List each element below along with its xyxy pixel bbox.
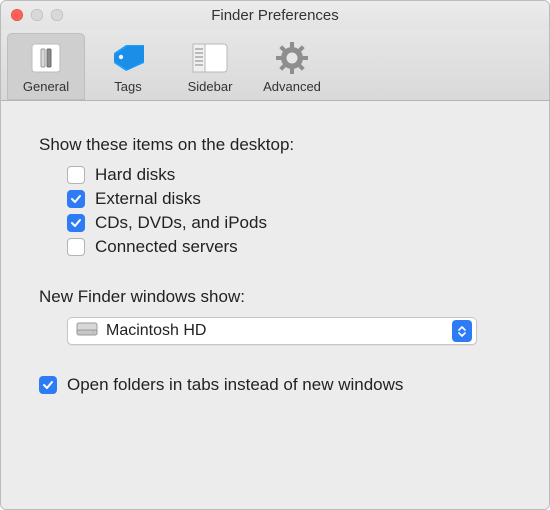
window-controls — [11, 9, 63, 21]
tab-label: General — [9, 79, 83, 94]
new-windows-select[interactable]: Macintosh HD — [67, 317, 477, 345]
content-pane: Show these items on the desktop: Hard di… — [1, 101, 549, 509]
new-windows-value: Macintosh HD — [106, 322, 444, 340]
checkbox-external-disks[interactable] — [67, 190, 85, 208]
general-icon — [9, 39, 83, 77]
minimize-icon[interactable] — [31, 9, 43, 21]
sidebar-icon — [173, 39, 247, 77]
label-hard-disks: Hard disks — [95, 165, 175, 185]
tab-sidebar[interactable]: Sidebar — [171, 33, 249, 100]
close-icon[interactable] — [11, 9, 23, 21]
zoom-icon[interactable] — [51, 9, 63, 21]
checkbox-open-in-tabs[interactable] — [39, 376, 57, 394]
new-windows-heading: New Finder windows show: — [39, 287, 511, 307]
tags-icon — [91, 39, 165, 77]
tab-label: Sidebar — [173, 79, 247, 94]
label-open-in-tabs: Open folders in tabs instead of new wind… — [67, 375, 403, 395]
checkbox-connected-servers[interactable] — [67, 238, 85, 256]
checkbox-cds-dvds-ipods[interactable] — [67, 214, 85, 232]
toolbar: General Tags — [1, 29, 549, 101]
titlebar: Finder Preferences — [1, 1, 549, 29]
window-title: Finder Preferences — [1, 7, 549, 24]
label-connected-servers: Connected servers — [95, 237, 238, 257]
tab-label: Tags — [91, 79, 165, 94]
row-open-in-tabs: Open folders in tabs instead of new wind… — [39, 375, 511, 395]
tab-general[interactable]: General — [7, 33, 85, 100]
label-cds-dvds-ipods: CDs, DVDs, and iPods — [95, 213, 267, 233]
hdd-icon — [76, 321, 98, 342]
tab-advanced[interactable]: Advanced — [253, 33, 331, 100]
tab-label: Advanced — [255, 79, 329, 94]
row-cds-dvds-ipods: CDs, DVDs, and iPods — [67, 213, 511, 233]
preferences-window: Finder Preferences General Tags — [0, 0, 550, 510]
desktop-items-heading: Show these items on the desktop: — [39, 135, 511, 155]
row-external-disks: External disks — [67, 189, 511, 209]
label-external-disks: External disks — [95, 189, 201, 209]
row-connected-servers: Connected servers — [67, 237, 511, 257]
row-hard-disks: Hard disks — [67, 165, 511, 185]
tab-tags[interactable]: Tags — [89, 33, 167, 100]
chevron-up-down-icon — [452, 320, 472, 342]
gear-icon — [255, 39, 329, 77]
checkbox-hard-disks[interactable] — [67, 166, 85, 184]
